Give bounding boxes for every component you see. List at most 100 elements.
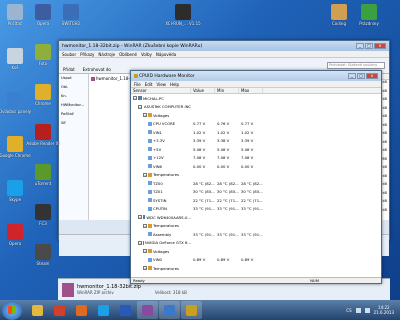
tree-expander-icon[interactable]: − <box>143 266 147 271</box>
taskbar-chrome-button[interactable] <box>49 301 70 319</box>
nav-item-1[interactable]: Obl. <box>61 85 86 94</box>
sensor-row[interactable]: CPUTIN 33 °C (91... 33 °C (91... 33 °C (91.… <box>131 205 381 214</box>
tree-expander-icon[interactable]: − <box>133 96 137 101</box>
sensor-row[interactable]: CPU VCORE 0.77 V 0.76 V 0.77 V <box>131 120 381 129</box>
sensor-row[interactable]: TZ00 28 °C (82... 28 °C (82... 28 °C (82... <box>131 179 381 188</box>
sensor-max: 5.06 V <box>241 146 254 152</box>
maximize-button[interactable]: □ <box>365 43 373 49</box>
hwmonitor-titlebar[interactable]: CPUID Hardware Monitor _ □ x <box>131 71 381 81</box>
tree-expander-icon[interactable]: − <box>143 172 147 177</box>
language-indicator[interactable]: CS <box>346 308 351 313</box>
taskbar-hwmonitor-button[interactable] <box>159 301 180 319</box>
hw-menu-0[interactable]: File <box>134 82 141 87</box>
sensor-min: 28 °C (82... <box>217 180 239 186</box>
desktop-item-top0[interactable]: SWITCH2 <box>58 4 84 26</box>
sensor-row[interactable]: VIN6 0.00 V 0.00 V 0.00 V <box>131 162 381 171</box>
nav-item-5[interactable]: Síť <box>61 121 86 130</box>
desktop-item-0[interactable]: Počítač <box>2 4 28 26</box>
sensor-name: +3.3V <box>153 138 165 144</box>
sensor-row[interactable]: − WDC WD6400AARS-0... <box>131 213 381 222</box>
tree-expander-icon[interactable]: − <box>143 113 147 118</box>
winrar-menu-4[interactable]: Volby <box>141 52 152 57</box>
hw-menu-1[interactable]: Edit <box>145 82 153 87</box>
sensor-row[interactable]: − NVIDIA GeForce GTX 6... <box>131 239 381 248</box>
sensor-row[interactable]: − MICHAL-PC <box>131 94 381 103</box>
details-type: WinRAR ZIP archiv <box>77 290 114 295</box>
col-max[interactable]: Max <box>239 88 263 93</box>
sensor-row[interactable]: SYSTIN 22 °C (71... 22 °C (71... 22 °C (71.… <box>131 196 381 205</box>
hw-maximize-button[interactable]: □ <box>357 73 365 79</box>
tree-expander-icon[interactable]: − <box>138 104 142 109</box>
nav-item-2[interactable]: Kn. <box>61 94 86 103</box>
desktop-item-b1[interactable]: Foto <box>30 44 56 66</box>
clock[interactable]: 14:22 21.6.2013 <box>374 305 394 315</box>
desktop-item-1[interactable]: Koš <box>2 48 28 70</box>
sensor-row[interactable]: − Voltages <box>131 111 381 120</box>
extract-button[interactable]: Extrahovat do <box>83 67 111 72</box>
winrar-menu-1[interactable]: Příkazy <box>80 52 94 57</box>
volume-icon[interactable] <box>364 307 370 313</box>
winrar-menu-5[interactable]: Nápověda <box>156 52 176 57</box>
start-button[interactable] <box>2 300 22 320</box>
sensor-row[interactable]: Assembly 33 °C (91... 33 °C (91... 33 °C (9… <box>131 230 381 239</box>
hw-close-button[interactable]: x <box>366 73 378 79</box>
desktop-item-top2[interactable]: Coding <box>326 4 352 26</box>
desktop-item-4[interactable]: Skype <box>2 180 28 202</box>
sensor-row[interactable]: TZ01 30 °C (85... 30 °C (85... 30 °C (85... <box>131 188 381 197</box>
winrar-menu-2[interactable]: Nástroje <box>98 52 115 57</box>
desktop-item-2[interactable]: Ovládací panely <box>0 92 31 114</box>
winrar-titlebar[interactable]: hwmonitor_1.18-32bit.zip - WinRAR (Zkuše… <box>59 41 389 51</box>
nav-item-4[interactable]: Počítač <box>61 112 86 121</box>
tree-expander-icon[interactable]: − <box>138 215 142 220</box>
taskbar-word-button[interactable] <box>115 301 136 319</box>
sensor-row[interactable]: +3.3V 3.39 V 3.38 V 3.39 V <box>131 137 381 146</box>
desktop-item-b3[interactable]: Adobe Reader XI <box>26 124 60 146</box>
nav-item-0[interactable]: Uspoř. <box>61 76 86 85</box>
hw-menu-3[interactable]: Help <box>170 82 179 87</box>
close-button[interactable]: x <box>374 43 386 49</box>
desktop-item-b4[interactable]: uTorrent <box>30 164 56 186</box>
sensor-row[interactable]: − Temperatures <box>131 222 381 231</box>
minimize-button[interactable]: _ <box>356 43 364 49</box>
desktop-item-b0[interactable]: Opera <box>30 4 56 26</box>
taskbar-cpuid-button[interactable] <box>181 301 202 319</box>
sensor-row[interactable]: − Voltages <box>131 247 381 256</box>
desktop-item-5[interactable]: Opera <box>2 224 28 246</box>
sensor-name-cell: − Voltages <box>131 249 191 254</box>
taskbar-media-button[interactable] <box>71 301 92 319</box>
tree-expander-icon[interactable]: − <box>138 240 142 245</box>
taskbar-skype-button[interactable] <box>93 301 114 319</box>
desktop-item-b6[interactable]: Steam <box>30 244 56 266</box>
tree-expander-icon[interactable]: − <box>143 223 147 228</box>
desktop-item-b2[interactable]: Chrome <box>30 84 56 106</box>
desktop-item-top3[interactable]: Prázdniny <box>356 4 382 26</box>
sensor-max: 3.39 V <box>241 138 254 144</box>
col-value[interactable]: Value <box>191 88 215 93</box>
sensor-row[interactable]: − Temperatures <box>131 264 381 272</box>
sensor-row[interactable]: +12V 7.08 V 7.08 V 7.08 V <box>131 154 381 163</box>
network-icon[interactable] <box>355 307 361 313</box>
winrar-menu-3[interactable]: Oblíbené <box>119 52 137 57</box>
desktop-item-top1-icon <box>175 4 191 20</box>
sensor-name-cell: − Temperatures <box>131 223 191 228</box>
hw-minimize-button[interactable]: _ <box>348 73 356 79</box>
desktop-item-3[interactable]: Google Chrome <box>0 136 31 158</box>
desktop-item-top1[interactable]: XCI-RUN_... V1.15 <box>165 4 201 26</box>
tree-expander-icon[interactable]: − <box>143 249 147 254</box>
search-box[interactable]: Prohledat: Stažené soubory <box>327 61 385 69</box>
sensor-row[interactable]: VIN1 1.02 V 1.02 V 1.02 V <box>131 128 381 137</box>
sensor-row[interactable]: − ASUSTeK COMPUTER INC. <box>131 103 381 112</box>
hw-menu-2[interactable]: View <box>156 82 166 87</box>
sensor-row[interactable]: VIN0 0.89 V 0.89 V 0.89 V <box>131 256 381 265</box>
sensor-row[interactable]: +5V 5.06 V 5.06 V 5.06 V <box>131 145 381 154</box>
taskbar-winrar-button[interactable] <box>137 301 158 319</box>
winrar-menu-0[interactable]: Soubor <box>62 52 76 57</box>
sensor-row[interactable]: − Temperatures <box>131 171 381 180</box>
desktop-item-b5[interactable]: FC3 <box>30 204 56 226</box>
col-sensor[interactable]: Sensor <box>131 88 191 93</box>
navigation-pane: Uspoř. Obl. Kn. HWMonitor... Počítač Síť <box>59 74 89 220</box>
taskbar-explorer-button[interactable] <box>27 301 48 319</box>
add-button[interactable]: Přidat <box>63 67 75 72</box>
nav-item-3[interactable]: HWMonitor... <box>61 103 86 112</box>
col-min[interactable]: Min <box>215 88 239 93</box>
